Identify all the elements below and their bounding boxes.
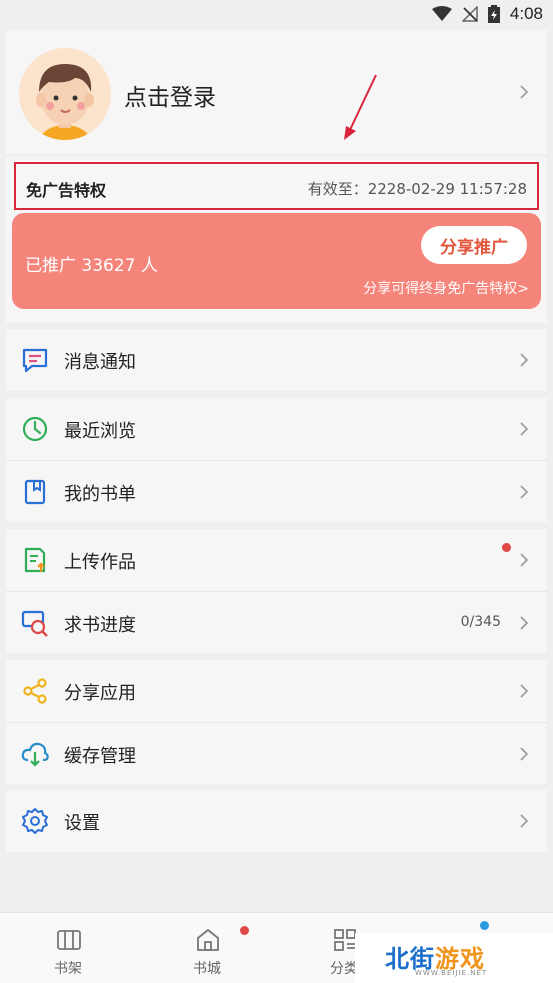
cloud-download-icon: [21, 742, 49, 767]
promotion-count: 已推广 33627 人: [25, 256, 158, 276]
menu-group-app: 分享应用 缓存管理: [6, 660, 547, 784]
menu-label: 消息通知: [64, 352, 136, 373]
store-badge: [240, 926, 249, 935]
tab-label: 书架: [54, 961, 82, 977]
ad-free-title: 免广告特权: [26, 181, 107, 200]
login-label[interactable]: 点击登录: [124, 78, 216, 112]
gear-icon: [22, 808, 48, 834]
menu-group-notifications: 消息通知: [6, 329, 547, 391]
watermark-logo: 北街游戏 WWW.BEIJIE.NET: [355, 933, 553, 983]
ad-free-row: 免广告特权 有效至：2228-02-29 11:57:28: [14, 162, 539, 210]
menu-label: 求书进度: [64, 615, 136, 636]
no-signal-icon: [461, 6, 478, 22]
chevron-right-icon: [520, 814, 529, 828]
status-time: 4:08: [509, 4, 543, 23]
home-icon: [197, 929, 219, 951]
menu-item-notifications[interactable]: 消息通知: [6, 329, 547, 391]
menu-label: 设置: [64, 813, 100, 834]
tab-store[interactable]: 书城: [157, 913, 257, 983]
book-icon: [24, 479, 46, 505]
chevron-right-icon: [520, 747, 529, 761]
chevron-right-icon: [520, 684, 529, 698]
menu-item-upload[interactable]: 上传作品: [6, 529, 547, 591]
menu-item-share-app[interactable]: 分享应用: [6, 660, 547, 722]
menu-item-request-progress[interactable]: 求书进度 0/345: [6, 591, 547, 653]
battery-icon: [487, 5, 500, 23]
message-icon: [22, 348, 48, 373]
share-icon: [23, 678, 47, 704]
tab-label: 书城: [193, 961, 221, 977]
menu-group-settings: 设置: [6, 790, 547, 852]
watermark-url: WWW.BEIJIE.NET: [415, 969, 488, 977]
menu-group-works: 上传作品 求书进度 0/345: [6, 529, 547, 653]
chevron-right-icon[interactable]: [517, 85, 531, 99]
clock-icon: [22, 416, 48, 442]
menu-group-reading: 最近浏览 我的书单: [6, 398, 547, 522]
search-book-icon: [21, 610, 48, 637]
share-promote-button[interactable]: 分享推广: [421, 226, 527, 264]
menu-label: 我的书单: [64, 484, 136, 505]
bookshelf-icon: [57, 930, 81, 950]
status-bar: 4:08: [0, 0, 553, 30]
upload-document-icon: [24, 547, 46, 573]
chevron-right-icon: [520, 553, 529, 567]
menu-item-cache[interactable]: 缓存管理: [6, 722, 547, 784]
ad-free-card: 免广告特权 有效至：2228-02-29 11:57:28 已推广 33627 …: [6, 157, 547, 323]
status-icons: 4:08: [431, 4, 543, 24]
menu-label: 分享应用: [64, 683, 136, 704]
promotion-banner[interactable]: 已推广 33627 人 分享推广 分享可得终身免广告特权>: [12, 213, 541, 309]
menu-label: 上传作品: [64, 552, 136, 573]
chevron-right-icon: [520, 616, 529, 630]
menu-label: 缓存管理: [64, 746, 136, 767]
chevron-right-icon: [520, 353, 529, 367]
request-progress-value: 0/345: [460, 614, 501, 630]
profile-header[interactable]: 点击登录: [6, 30, 547, 154]
menu-label: 最近浏览: [64, 421, 136, 442]
wifi-icon: [431, 6, 452, 21]
arrow-annotation: [344, 74, 377, 140]
chevron-right-icon: [520, 485, 529, 499]
avatar[interactable]: [19, 48, 111, 140]
tab-bookshelf[interactable]: 书架: [18, 913, 118, 983]
menu-item-settings[interactable]: 设置: [6, 790, 547, 852]
chevron-right-icon: [520, 422, 529, 436]
menu-item-recent[interactable]: 最近浏览: [6, 398, 547, 460]
promotion-note-link[interactable]: 分享可得终身免广告特权>: [363, 278, 529, 298]
ad-free-valid-until: 有效至：2228-02-29 11:57:28: [307, 180, 527, 198]
menu-item-booklist[interactable]: 我的书单: [6, 460, 547, 522]
active-indicator: [480, 921, 489, 930]
new-badge: [502, 543, 511, 552]
